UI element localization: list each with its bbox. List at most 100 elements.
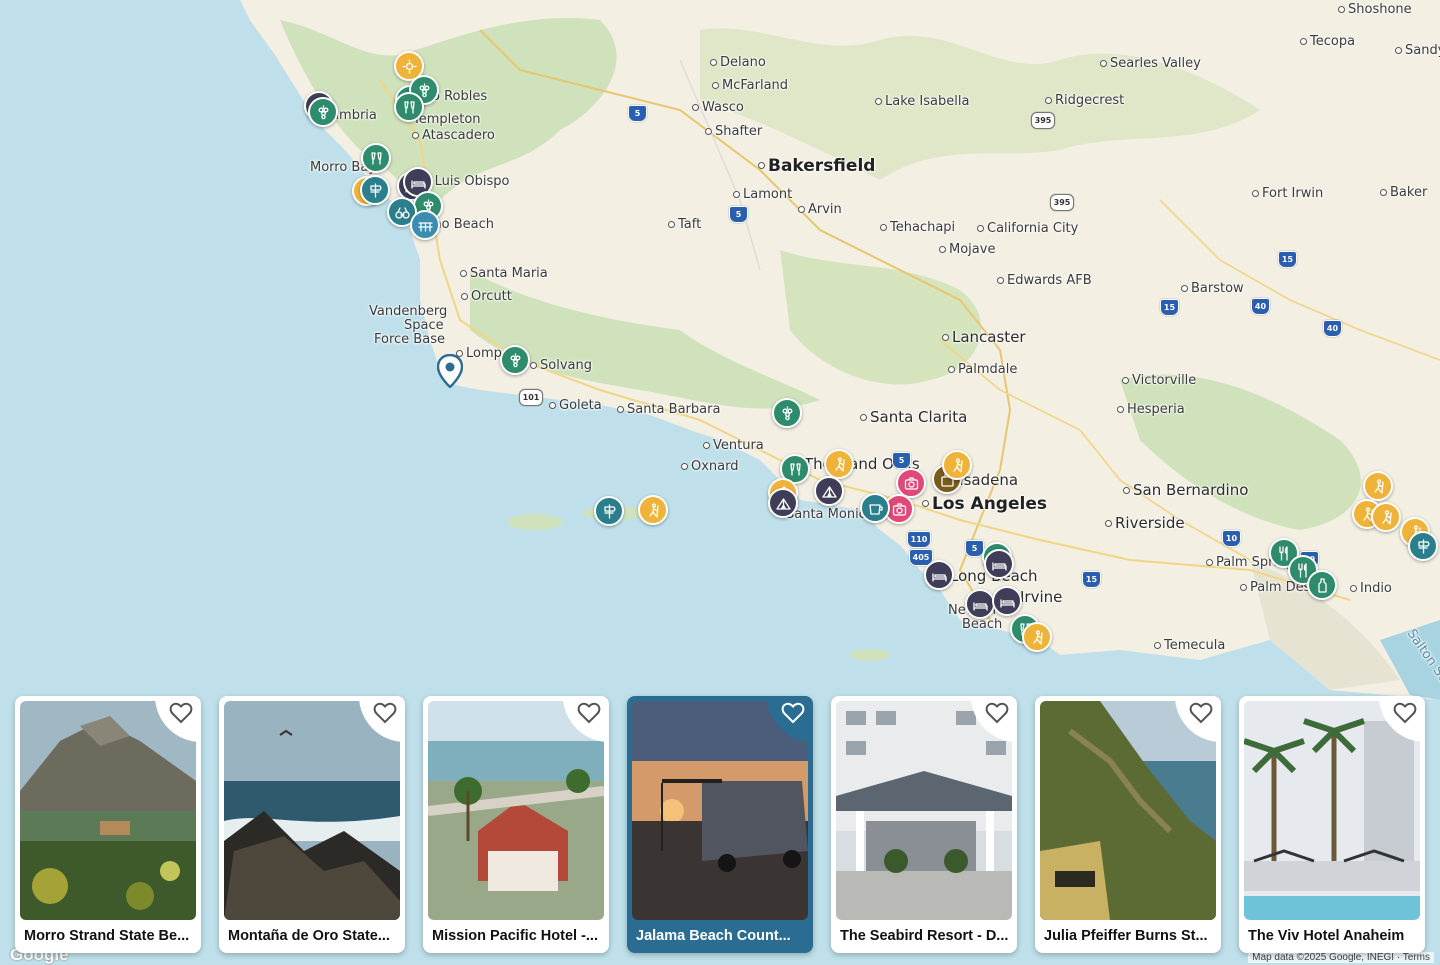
place-photo	[20, 701, 196, 920]
city-dot	[1100, 59, 1107, 67]
city-label: Ridgecrest	[1045, 93, 1124, 108]
city-label: Orcutt	[461, 289, 512, 304]
highway-shield: 395	[1050, 194, 1074, 211]
highway-shield: 40	[1251, 298, 1270, 315]
highway-shield: 110	[907, 531, 931, 548]
place-card[interactable]: The Viv Hotel Anaheim	[1239, 696, 1425, 953]
grapes-marker[interactable]	[500, 345, 530, 375]
tent-marker[interactable]	[768, 488, 798, 518]
city-dot	[1252, 189, 1259, 197]
city-dot	[942, 333, 949, 341]
city-name: Solvang	[540, 358, 592, 373]
city-name: Los Angeles	[932, 494, 1047, 514]
city-name: Riverside	[1115, 514, 1185, 532]
place-card[interactable]: Montaña de Oro State...	[219, 696, 405, 953]
place-card[interactable]: Jalama Beach Count...	[627, 696, 813, 953]
grapes-icon	[782, 405, 792, 420]
hiker-icon	[1381, 509, 1392, 525]
city-label: Irvine	[1020, 588, 1062, 606]
grapes-marker[interactable]	[772, 398, 802, 428]
place-photo	[632, 701, 808, 920]
city-name: Baker	[1390, 185, 1428, 200]
city-dot	[1300, 37, 1307, 45]
city-name: Shoshone	[1348, 2, 1412, 17]
city-label: Shafter	[705, 124, 762, 139]
city-name: California City	[987, 221, 1079, 236]
selected-location-pin[interactable]	[436, 353, 464, 389]
city-name: Indio	[1360, 581, 1392, 596]
tent-marker[interactable]	[814, 476, 844, 506]
city-dot	[710, 58, 717, 66]
bed-marker[interactable]	[965, 589, 995, 619]
hiker-marker[interactable]	[638, 495, 668, 525]
city-name: Bakersfield	[768, 156, 876, 176]
highway-shield: 15	[1278, 251, 1297, 268]
sign-marker[interactable]	[594, 496, 624, 526]
camera-icon	[892, 502, 906, 516]
heart-icon	[373, 702, 397, 724]
heart-icon	[985, 702, 1009, 724]
city-label: Santa Maria	[460, 266, 548, 281]
grapes-marker[interactable]	[308, 97, 338, 127]
place-card[interactable]: The Seabird Resort - D...	[831, 696, 1017, 953]
boardwalk-icon	[417, 221, 433, 232]
city-dot	[733, 190, 740, 198]
hiker-icon	[952, 457, 963, 473]
city-name: Barstow	[1191, 281, 1244, 296]
hiker-marker[interactable]	[1371, 502, 1401, 532]
place-title: Montaña de Oro State...	[228, 928, 390, 944]
place-card[interactable]: Morro Strand State Be...	[15, 696, 201, 953]
city-dot	[530, 361, 537, 369]
city-dot	[1117, 405, 1124, 413]
place-card[interactable]: Mission Pacific Hotel -...	[423, 696, 609, 953]
city-name: Lancaster	[952, 328, 1026, 346]
city-dot	[668, 220, 675, 228]
city-dot	[1105, 519, 1112, 527]
highway-shield: 101	[519, 389, 543, 406]
city-dot	[1350, 584, 1357, 592]
city-label: Arvin	[798, 202, 842, 217]
city-name: Arvin	[808, 202, 842, 217]
grapes-icon	[510, 352, 520, 367]
toast-marker[interactable]	[361, 143, 391, 173]
sign-marker[interactable]	[360, 175, 390, 205]
place-photo	[428, 701, 604, 920]
binoculars-icon	[394, 206, 410, 219]
city-name: Fort Irwin	[1262, 186, 1324, 201]
highway-shield: 15	[1082, 571, 1101, 588]
city-dot	[860, 413, 867, 421]
sign-marker[interactable]	[1408, 531, 1438, 561]
bottle-marker[interactable]	[1307, 570, 1337, 600]
city-label: Palmdale	[948, 362, 1017, 377]
city-label: Bakersfield	[758, 156, 875, 176]
city-dot	[617, 405, 624, 413]
place-card[interactable]: Julia Pfeiffer Burns St...	[1035, 696, 1221, 953]
boardwalk-marker[interactable]	[410, 210, 440, 240]
city-label: Oxnard	[681, 459, 739, 474]
city-label: Wasco	[692, 100, 744, 115]
city-label: McFarland	[712, 78, 788, 93]
hiker-marker[interactable]	[942, 450, 972, 480]
city-name: Mojave	[949, 242, 996, 257]
heart-icon	[1189, 702, 1213, 724]
bed-marker[interactable]	[924, 560, 954, 590]
city-name: Space	[404, 318, 444, 333]
city-name: McFarland	[722, 78, 789, 93]
camera-icon	[904, 476, 918, 490]
toast-marker[interactable]	[394, 92, 424, 122]
bed-marker[interactable]	[984, 549, 1014, 579]
highway-shield: 10	[1222, 530, 1241, 547]
city-dot	[1240, 583, 1247, 591]
bed-marker[interactable]	[992, 586, 1022, 616]
city-name: Shafter	[715, 124, 763, 139]
city-label: Solvang	[530, 358, 592, 373]
highway-shield: 15	[1160, 299, 1179, 316]
hiker-marker[interactable]	[1363, 471, 1393, 501]
cup-marker[interactable]	[860, 493, 890, 523]
city-name: Beach	[962, 617, 1003, 632]
hiker-marker[interactable]	[824, 449, 854, 479]
toast-icon	[403, 100, 415, 114]
city-name: Atascadero	[422, 128, 495, 143]
hiker-marker[interactable]	[1022, 622, 1052, 652]
city-dot	[461, 292, 468, 300]
